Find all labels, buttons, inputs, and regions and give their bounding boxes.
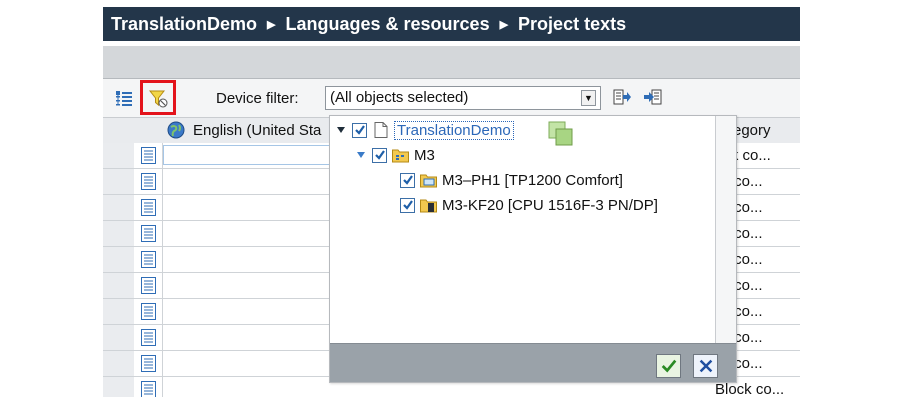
row-selector[interactable]	[103, 195, 134, 220]
column-header-english[interactable]: English (United Sta	[193, 122, 328, 139]
tree-node-project[interactable]: TranslationDemo	[336, 118, 514, 142]
category-cell: Block co...	[715, 381, 785, 397]
breadcrumb-project-texts: Project texts	[518, 13, 627, 34]
text-edit-field[interactable]	[163, 145, 331, 165]
text-entry-icon	[141, 329, 156, 346]
breadcrumb-languages[interactable]: Languages & resources	[286, 14, 490, 35]
breadcrumb-separator-icon: ▶	[499, 18, 509, 31]
tree-node-hmi[interactable]: M3–PH1 [TP1200 Comfort]	[400, 168, 623, 192]
text-entry-icon	[141, 199, 156, 216]
import-icon[interactable]	[644, 89, 662, 107]
text-entry-icon	[141, 173, 156, 190]
ok-button[interactable]	[656, 354, 681, 378]
row-selector[interactable]	[103, 221, 134, 246]
row-selector[interactable]	[103, 273, 134, 298]
checkmark-icon	[402, 200, 413, 210]
editor-header-strip	[103, 46, 800, 79]
copy-icon	[548, 121, 573, 146]
tree-view-icon[interactable]	[115, 90, 133, 108]
text-entry-icon	[141, 303, 156, 320]
checkbox-m3[interactable]	[372, 147, 387, 163]
device-filter-value: (All objects selected)	[330, 89, 469, 106]
tree-node-plc[interactable]: M3-KF20 [CPU 1516F-3 PN/DP]	[400, 193, 658, 217]
text-entry-icon	[141, 225, 156, 242]
text-entry-icon	[141, 147, 156, 164]
checkmark-icon	[354, 125, 365, 135]
checkbox-project[interactable]	[352, 122, 367, 138]
close-icon	[699, 359, 712, 373]
device-filter-dropdown[interactable]: (All objects selected) ▼	[325, 86, 601, 110]
text-entry-icon	[141, 251, 156, 268]
hmi-device-icon	[420, 174, 437, 188]
tree-label-plc: M3-KF20 [CPU 1516F-3 PN/DP]	[442, 196, 658, 214]
popup-scrollbar[interactable]	[715, 116, 736, 345]
folder-icon	[392, 149, 409, 163]
row-selector[interactable]	[103, 247, 134, 272]
chevron-down-icon[interactable]: ▼	[581, 90, 596, 106]
plc-device-icon	[420, 199, 437, 213]
row-selector[interactable]	[103, 299, 134, 324]
text-entry-icon	[141, 355, 156, 372]
export-icon[interactable]	[613, 89, 631, 107]
device-filter-highlight	[140, 80, 176, 115]
row-selector[interactable]	[103, 351, 134, 376]
checkmark-icon	[402, 175, 413, 185]
checkmark-icon	[374, 150, 385, 160]
device-filter-label: Device filter:	[216, 90, 299, 107]
checkbox-hmi[interactable]	[400, 172, 415, 188]
text-entry-icon	[141, 381, 156, 397]
breadcrumb-project[interactable]: TranslationDemo	[111, 14, 257, 35]
cancel-button[interactable]	[693, 354, 718, 378]
breadcrumb: TranslationDemo ▶ Languages & resources …	[103, 7, 800, 41]
globe-icon	[167, 121, 185, 139]
device-filter-popup: TranslationDemo M3 M3–PH1 [TP1200 Comfor…	[329, 115, 737, 383]
row-selector[interactable]	[103, 169, 134, 194]
expanded-triangle-icon[interactable]	[356, 150, 366, 160]
project-icon	[374, 122, 388, 138]
row-selector[interactable]	[103, 377, 134, 397]
checkbox-plc[interactable]	[400, 197, 415, 213]
tree-label-hmi: M3–PH1 [TP1200 Comfort]	[442, 171, 623, 189]
check-icon	[661, 359, 676, 373]
row-selector[interactable]	[103, 325, 134, 350]
tree-label-m3: M3	[414, 146, 435, 164]
row-selector[interactable]	[103, 143, 134, 168]
column-header-category[interactable]: egory	[733, 122, 771, 139]
breadcrumb-separator-icon: ▶	[267, 18, 276, 31]
translation-editor: TranslationDemo ▶ Languages & resources …	[103, 0, 800, 397]
tree-node-m3[interactable]: M3	[356, 143, 435, 167]
expanded-triangle-icon[interactable]	[336, 125, 346, 135]
text-entry-icon	[141, 277, 156, 294]
tree-label-project: TranslationDemo	[394, 120, 514, 140]
